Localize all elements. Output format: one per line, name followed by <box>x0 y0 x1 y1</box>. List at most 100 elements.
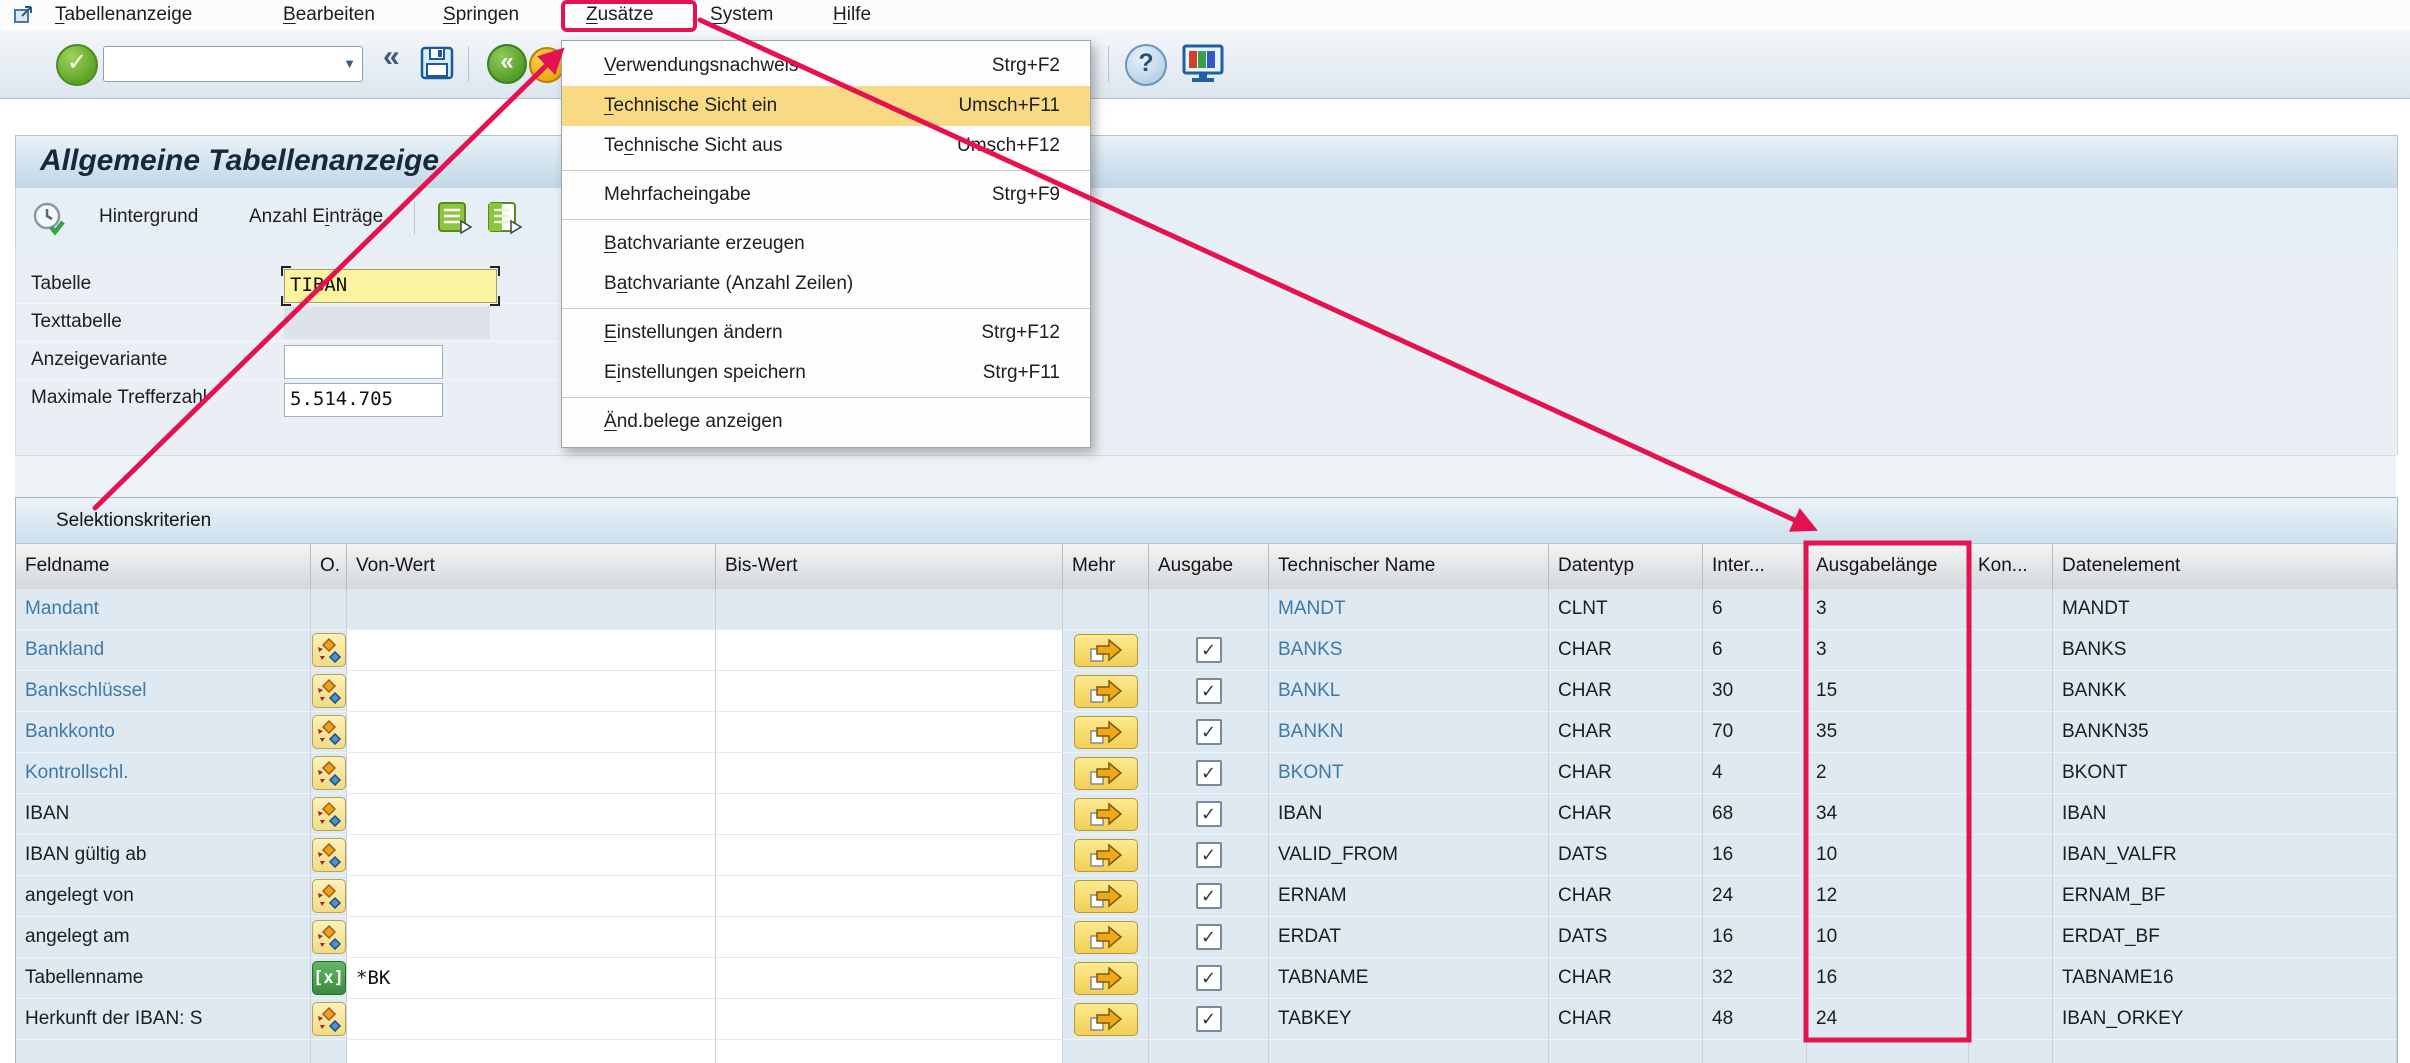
tabelle-input[interactable]: TIBAN <box>284 269 497 303</box>
selection-option-button[interactable] <box>312 797 346 831</box>
menu-item-technische-sicht-ein[interactable]: Technische Sicht einUmsch+F11 <box>562 86 1090 126</box>
ausgabe-checkbox[interactable]: ✓ <box>1196 719 1222 745</box>
header-datentyp[interactable]: Datentyp <box>1549 544 1703 589</box>
multiple-selection-button[interactable] <box>1074 921 1138 954</box>
multiple-selection-button[interactable] <box>1074 1003 1138 1036</box>
multiple-selection-button[interactable] <box>1074 716 1138 749</box>
menu-item-technische-sicht-aus[interactable]: Technische Sicht ausUmsch+F12 <box>562 126 1090 166</box>
bis-wert-input[interactable] <box>716 876 1063 917</box>
multiple-selection-button[interactable] <box>1074 839 1138 872</box>
ausgabe-checkbox[interactable]: ✓ <box>1196 760 1222 786</box>
bis-wert-input[interactable] <box>716 671 1063 712</box>
menu-item-verwendungsnachweis[interactable]: VerwendungsnachweisStrg+F2 <box>562 46 1090 86</box>
selection-option-button[interactable]: [x] <box>312 961 346 995</box>
ausgabe-checkbox[interactable]: ✓ <box>1196 637 1222 663</box>
menu-item-einstellungen-aendern[interactable]: Einstellungen ändernStrg+F12 <box>562 313 1090 353</box>
ausgabe-checkbox[interactable]: ✓ <box>1196 1006 1222 1032</box>
menu-zusaetze[interactable]: Zusätze <box>586 0 654 30</box>
header-interne-laenge[interactable]: Inter... <box>1703 544 1807 589</box>
von-wert-input[interactable] <box>347 835 716 876</box>
header-von-wert[interactable]: Von-Wert <box>347 544 716 589</box>
selection-option-button[interactable] <box>312 674 346 708</box>
multiple-selection-button[interactable] <box>1074 675 1138 708</box>
execute-background-icon[interactable] <box>31 201 67 242</box>
von-wert-input[interactable] <box>347 630 716 671</box>
selection-option-button[interactable] <box>312 879 346 913</box>
selection-option-button[interactable] <box>312 1002 346 1036</box>
trefferzahl-input[interactable]: 5.514.705 <box>284 383 443 417</box>
header-kon[interactable]: Kon... <box>1969 544 2053 589</box>
bis-wert-input[interactable] <box>716 1040 1063 1063</box>
header-ausgabelaenge[interactable]: Ausgabelänge <box>1807 544 1969 589</box>
menu-item-batchvariante-erzeugen[interactable]: Batchvariante erzeugen <box>562 224 1090 264</box>
new-session-button[interactable] <box>1180 43 1226 90</box>
menu-system[interactable]: System <box>710 0 773 30</box>
bis-wert-input[interactable] <box>716 589 1063 630</box>
menu-tabellenanzeige[interactable]: Tabellenanzeige <box>55 0 192 30</box>
selection-option-button[interactable] <box>312 838 346 872</box>
multiple-selection-button[interactable] <box>1074 962 1138 995</box>
selection-option-button[interactable] <box>312 633 346 667</box>
anzeigevariante-input[interactable] <box>284 345 443 379</box>
multiple-selection-button[interactable] <box>1074 757 1138 790</box>
multiple-selection-button[interactable] <box>1074 880 1138 913</box>
header-ausgabe[interactable]: Ausgabe <box>1149 544 1269 589</box>
header-mehr[interactable]: Mehr <box>1063 544 1149 589</box>
von-wert-input[interactable] <box>347 876 716 917</box>
exit-button[interactable] <box>529 47 565 83</box>
header-option[interactable]: O. <box>311 544 347 589</box>
ausgabe-checkbox[interactable]: ✓ <box>1196 842 1222 868</box>
menu-bearbeiten[interactable]: Bearbeiten <box>283 0 375 30</box>
von-wert-input[interactable] <box>347 671 716 712</box>
print-list-button[interactable] <box>437 201 475 240</box>
bis-wert-input[interactable] <box>716 753 1063 794</box>
menu-item-mehrfacheingabe[interactable]: MehrfacheingabeStrg+F9 <box>562 175 1090 215</box>
selection-option-button[interactable] <box>312 920 346 954</box>
save-button[interactable] <box>418 44 456 87</box>
texttabelle-label: Texttabelle <box>31 304 122 340</box>
enter-button[interactable]: ✓ <box>56 44 98 86</box>
bis-wert-input[interactable] <box>716 712 1063 753</box>
ausgabe-checkbox[interactable]: ✓ <box>1196 678 1222 704</box>
von-wert-input[interactable] <box>347 794 716 835</box>
von-wert-input[interactable] <box>347 712 716 753</box>
header-technischer-name[interactable]: Technischer Name <box>1269 544 1549 589</box>
bis-wert-input[interactable] <box>716 999 1063 1040</box>
header-bis-wert[interactable]: Bis-Wert <box>716 544 1063 589</box>
multiple-selection-button[interactable] <box>1074 634 1138 667</box>
header-datenelement[interactable]: Datenelement <box>2053 544 2397 589</box>
von-wert-input[interactable] <box>347 1040 716 1063</box>
preview-list-button[interactable] <box>487 201 525 240</box>
bis-wert-input[interactable] <box>716 630 1063 671</box>
bis-wert-input[interactable] <box>716 958 1063 999</box>
collapse-toolbar-icon[interactable]: « <box>383 40 400 74</box>
hintergrund-button[interactable]: Hintergrund <box>99 188 198 248</box>
ausgabe-checkbox[interactable]: ✓ <box>1196 924 1222 950</box>
ausgabe-checkbox[interactable]: ✓ <box>1196 883 1222 909</box>
menu-item-einstellungen-speichern[interactable]: Einstellungen speichernStrg+F11 <box>562 353 1090 393</box>
help-button[interactable]: ? <box>1125 44 1167 86</box>
von-wert-input[interactable] <box>347 589 716 630</box>
menu-item-aendbelege-anzeigen[interactable]: Änd.belege anzeigen <box>562 402 1090 442</box>
ausgabe-checkbox[interactable]: ✓ <box>1196 801 1222 827</box>
bis-wert-input[interactable] <box>716 835 1063 876</box>
anzahl-eintraege-button[interactable]: Anzahl Einträge <box>249 188 383 248</box>
menu-hilfe[interactable]: Hilfe <box>833 0 871 30</box>
von-wert-input[interactable] <box>347 999 716 1040</box>
menu-item-batchvariante-anzahl[interactable]: Batchvariante (Anzahl Zeilen) <box>562 264 1090 304</box>
selection-option-button[interactable] <box>312 715 346 749</box>
von-wert-input[interactable] <box>347 917 716 958</box>
dropdown-arrow-icon[interactable]: ▼ <box>343 56 356 71</box>
ausgabe-checkbox[interactable]: ✓ <box>1196 965 1222 991</box>
bis-wert-input[interactable] <box>716 917 1063 958</box>
back-button[interactable]: « <box>487 44 527 84</box>
menu-springen[interactable]: Springen <box>443 0 519 30</box>
header-feldname[interactable]: Feldname <box>16 544 311 589</box>
selection-option-button[interactable] <box>312 756 346 790</box>
command-field[interactable]: ▼ <box>103 46 363 82</box>
toolbar-separator <box>468 46 469 82</box>
von-wert-input[interactable] <box>347 753 716 794</box>
von-wert-input[interactable]: *BK <box>347 958 716 999</box>
multiple-selection-button[interactable] <box>1074 798 1138 831</box>
bis-wert-input[interactable] <box>716 794 1063 835</box>
